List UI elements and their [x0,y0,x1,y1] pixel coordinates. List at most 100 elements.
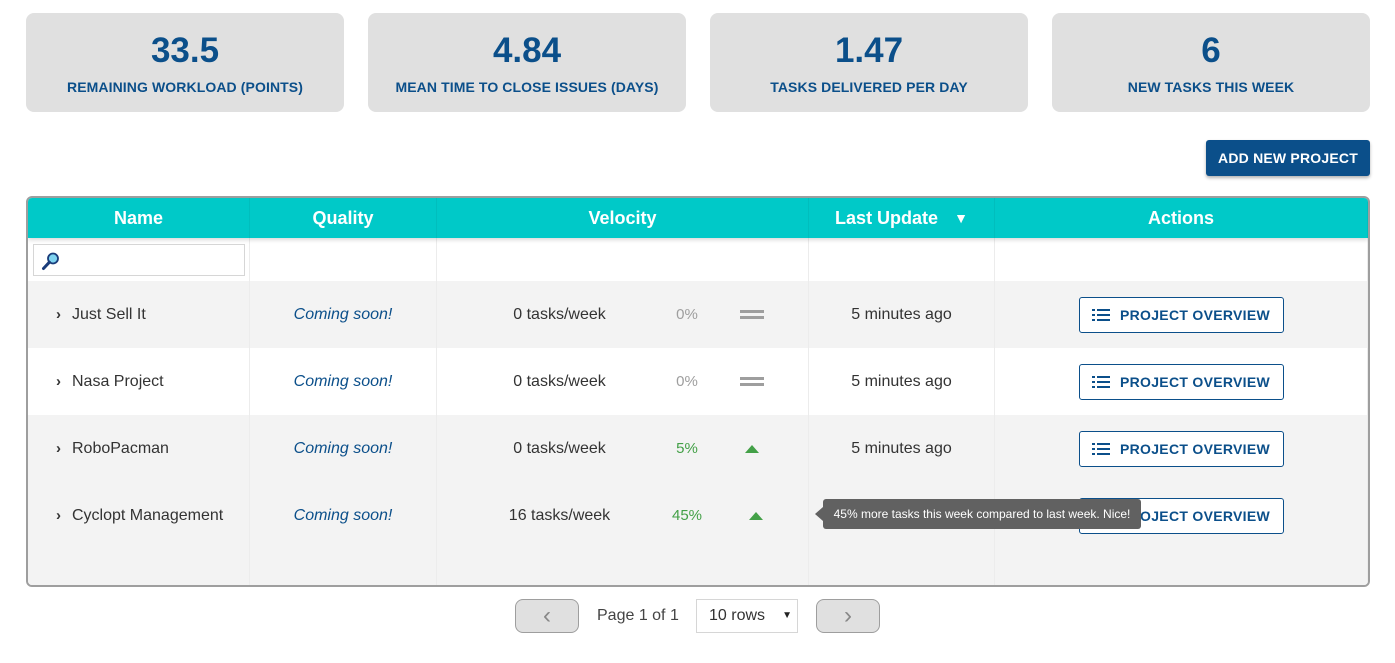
project-overview-button[interactable]: PROJECT OVERVIEW [1078,296,1284,333]
project-name: Nasa Project [72,372,164,390]
trend-up-icon[interactable] [744,509,768,523]
project-overview-label: PROJECT OVERVIEW [1119,440,1270,457]
name-filter-input[interactable] [34,245,244,275]
stat-value: 6 [1201,30,1221,70]
quality-cell: Coming soon! [250,415,437,482]
sort-descending-icon: ▼ [954,210,968,226]
velocity-value: 0 tasks/week [513,439,606,457]
quality-cell: Coming soon! [250,281,437,348]
caret-down-icon: ▼ [782,610,792,621]
column-header-actions: Actions [995,198,1368,238]
table-row: › RoboPacman Coming soon! 0 tasks/week 5… [28,415,1368,482]
empty-cell [437,238,809,281]
next-page-button[interactable]: › [816,599,880,633]
stat-value: 33.5 [150,30,220,70]
previous-page-button[interactable]: ‹ [515,599,579,633]
chevron-left-icon: ‹ [543,602,551,629]
stat-card-new-tasks: 6 NEW TASKS THIS WEEK [1052,13,1370,112]
empty-cell [995,549,1368,585]
add-new-project-button[interactable]: ADD NEW PROJECT [1206,140,1370,176]
column-header-name[interactable]: Name [28,198,250,238]
table-row: › Cyclopt Management Coming soon! 16 tas… [28,482,1368,549]
quality-cell: Coming soon! [250,348,437,415]
stat-card-tasks-per-day: 1.47 TASKS DELIVERED PER DAY [710,13,1028,112]
empty-cell [250,549,437,585]
table-header: Name Quality Velocity Last Update ▼ Acti… [28,198,1368,238]
project-overview-button[interactable]: PROJECT OVERVIEW [1078,430,1284,467]
stat-card-remaining-workload: 33.5 REMAINING WORKLOAD (POINTS) [26,13,344,112]
stat-label: MEAN TIME TO CLOSE ISSUES (DAYS) [395,78,659,95]
empty-cell [809,549,995,585]
project-name-cell[interactable]: › Nasa Project [28,348,250,415]
last-update-cell: 5 minutes ago [809,348,995,415]
velocity-tooltip: 45% more tasks this week compared to las… [815,499,1141,529]
projects-table: Name Quality Velocity Last Update ▼ Acti… [26,196,1370,587]
empty-cell [250,238,437,281]
project-name-cell[interactable]: › RoboPacman [28,415,250,482]
project-name-cell[interactable]: › Cyclopt Management [28,482,250,549]
chevron-right-icon[interactable]: › [56,306,68,323]
quality-cell: Coming soon! [250,482,437,549]
project-name: RoboPacman [72,439,169,457]
tooltip-text: 45% more tasks this week compared to las… [833,507,1131,521]
velocity-cell: 0 tasks/week 0% [437,348,809,415]
project-name: Just Sell It [72,305,146,323]
stats-bar: 33.5 REMAINING WORKLOAD (POINTS) 4.84 ME… [26,13,1370,112]
column-header-velocity[interactable]: Velocity [437,198,809,238]
velocity-cell: 0 tasks/week 0% [437,281,809,348]
empty-cell [995,238,1368,281]
list-icon [1091,375,1110,388]
project-overview-label: PROJECT OVERVIEW [1119,507,1270,524]
project-name-cell[interactable]: › Just Sell It [28,281,250,348]
velocity-change: 0% [676,373,698,390]
project-overview-label: PROJECT OVERVIEW [1119,306,1270,323]
table-row: › Just Sell It Coming soon! 0 tasks/week… [28,281,1368,348]
velocity-value: 0 tasks/week [513,305,606,323]
rows-per-page-value: 10 rows [709,607,766,624]
last-update-cell: 5 minutes ago [809,281,995,348]
column-header-last-update[interactable]: Last Update ▼ [809,198,995,238]
chevron-right-icon[interactable]: › [56,440,68,457]
stat-label: REMAINING WORKLOAD (POINTS) [66,78,304,95]
page-indicator: Page 1 of 1 [597,607,679,624]
velocity-change: 5% [676,440,698,457]
magnifier-icon [42,252,59,270]
last-update-cell: 5 minutes ago [809,415,995,482]
project-name: Cyclopt Management [72,506,224,524]
actions-cell: PROJECT OVERVIEW [995,348,1368,415]
trend-flat-icon[interactable] [740,308,764,322]
chevron-right-icon[interactable]: › [56,507,68,524]
project-overview-button[interactable]: PROJECT OVERVIEW [1078,363,1284,400]
trend-up-icon[interactable] [740,442,764,456]
chevron-right-icon[interactable]: › [56,373,68,390]
velocity-value: 0 tasks/week [513,372,606,390]
list-icon [1091,308,1110,321]
velocity-cell: 16 tasks/week 45% [437,482,809,549]
project-overview-label: PROJECT OVERVIEW [1119,373,1270,390]
velocity-value: 16 tasks/week [508,506,611,524]
pagination: ‹ Page 1 of 1 10 rows ▼ › [0,599,1395,633]
chevron-right-icon: › [844,602,852,629]
empty-cell [28,549,250,585]
trend-flat-icon[interactable] [740,375,764,389]
rows-per-page-select[interactable]: 10 rows ▼ [696,599,798,633]
velocity-change: 45% [671,507,703,524]
column-header-last-update-label: Last Update [835,207,939,228]
filter-row [28,238,1368,281]
empty-cell [437,549,809,585]
list-icon [1091,442,1110,455]
velocity-change: 0% [676,306,698,323]
stat-value: 1.47 [834,30,904,70]
velocity-cell: 0 tasks/week 5% [437,415,809,482]
empty-cell [809,238,995,281]
stat-label: NEW TASKS THIS WEEK [1127,78,1295,95]
stat-label: TASKS DELIVERED PER DAY [770,78,968,95]
dashboard-page: 33.5 REMAINING WORKLOAD (POINTS) 4.84 ME… [0,0,1395,663]
column-header-quality[interactable]: Quality [250,198,437,238]
actions-cell: PROJECT OVERVIEW [995,281,1368,348]
table-row: › Nasa Project Coming soon! 0 tasks/week… [28,348,1368,415]
stat-value: 4.84 [492,30,562,70]
name-filter-cell [28,238,250,281]
actions-cell: PROJECT OVERVIEW [995,415,1368,482]
stat-card-mean-time-to-close: 4.84 MEAN TIME TO CLOSE ISSUES (DAYS) [368,13,686,112]
